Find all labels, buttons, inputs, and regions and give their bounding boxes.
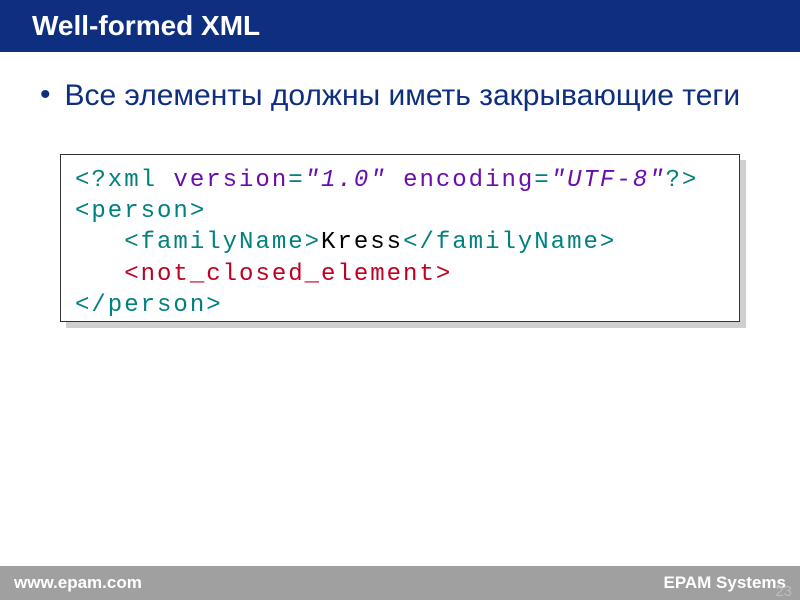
attr-encoding: encoding — [387, 167, 535, 194]
tag-familyname-close: </familyName> — [403, 229, 616, 256]
code-line-2: <person> — [75, 196, 725, 227]
footer-url: www.epam.com — [14, 573, 142, 593]
val-version: "1.0" — [305, 167, 387, 194]
tag-not-closed: <not_closed_element> — [124, 261, 452, 288]
bullet-text: Все элементы должны иметь закрывающие те… — [65, 78, 741, 114]
code-block: <?xml version="1.0" encoding="UTF-8"?> <… — [60, 154, 760, 322]
code-line-3: <familyName>Kress</familyName> — [75, 227, 725, 258]
attr-version: version — [173, 167, 288, 194]
slide-body: • Все элементы должны иметь закрывающие … — [0, 52, 800, 566]
code-line-1: <?xml version="1.0" encoding="UTF-8"?> — [75, 165, 725, 196]
equals-1: = — [288, 167, 304, 194]
slide-title: Well-formed XML — [32, 10, 260, 41]
xml-decl-open: <?xml — [75, 167, 173, 194]
slide: Well-formed XML • Все элементы должны им… — [0, 0, 800, 600]
slide-title-bar: Well-formed XML — [0, 0, 800, 52]
equals-2: = — [534, 167, 550, 194]
footer-brand: EPAM Systems — [663, 573, 786, 593]
tag-person-open: <person> — [75, 198, 206, 225]
code-line-5: </person> — [75, 290, 725, 321]
indent-4 — [75, 261, 124, 288]
footer-bar: www.epam.com EPAM Systems — [0, 566, 800, 600]
bullet-dot-icon: • — [40, 78, 51, 112]
bullet-item: • Все элементы должны иметь закрывающие … — [60, 78, 760, 114]
code-content: <?xml version="1.0" encoding="UTF-8"?> <… — [60, 154, 740, 322]
code-line-4: <not_closed_element> — [75, 259, 725, 290]
tag-person-close: </person> — [75, 292, 223, 319]
text-kress: Kress — [321, 229, 403, 256]
indent-3 — [75, 229, 124, 256]
xml-decl-close: ?> — [666, 167, 699, 194]
page-number: 23 — [775, 583, 792, 600]
val-encoding: "UTF-8" — [551, 167, 666, 194]
tag-familyname-open: <familyName> — [124, 229, 321, 256]
